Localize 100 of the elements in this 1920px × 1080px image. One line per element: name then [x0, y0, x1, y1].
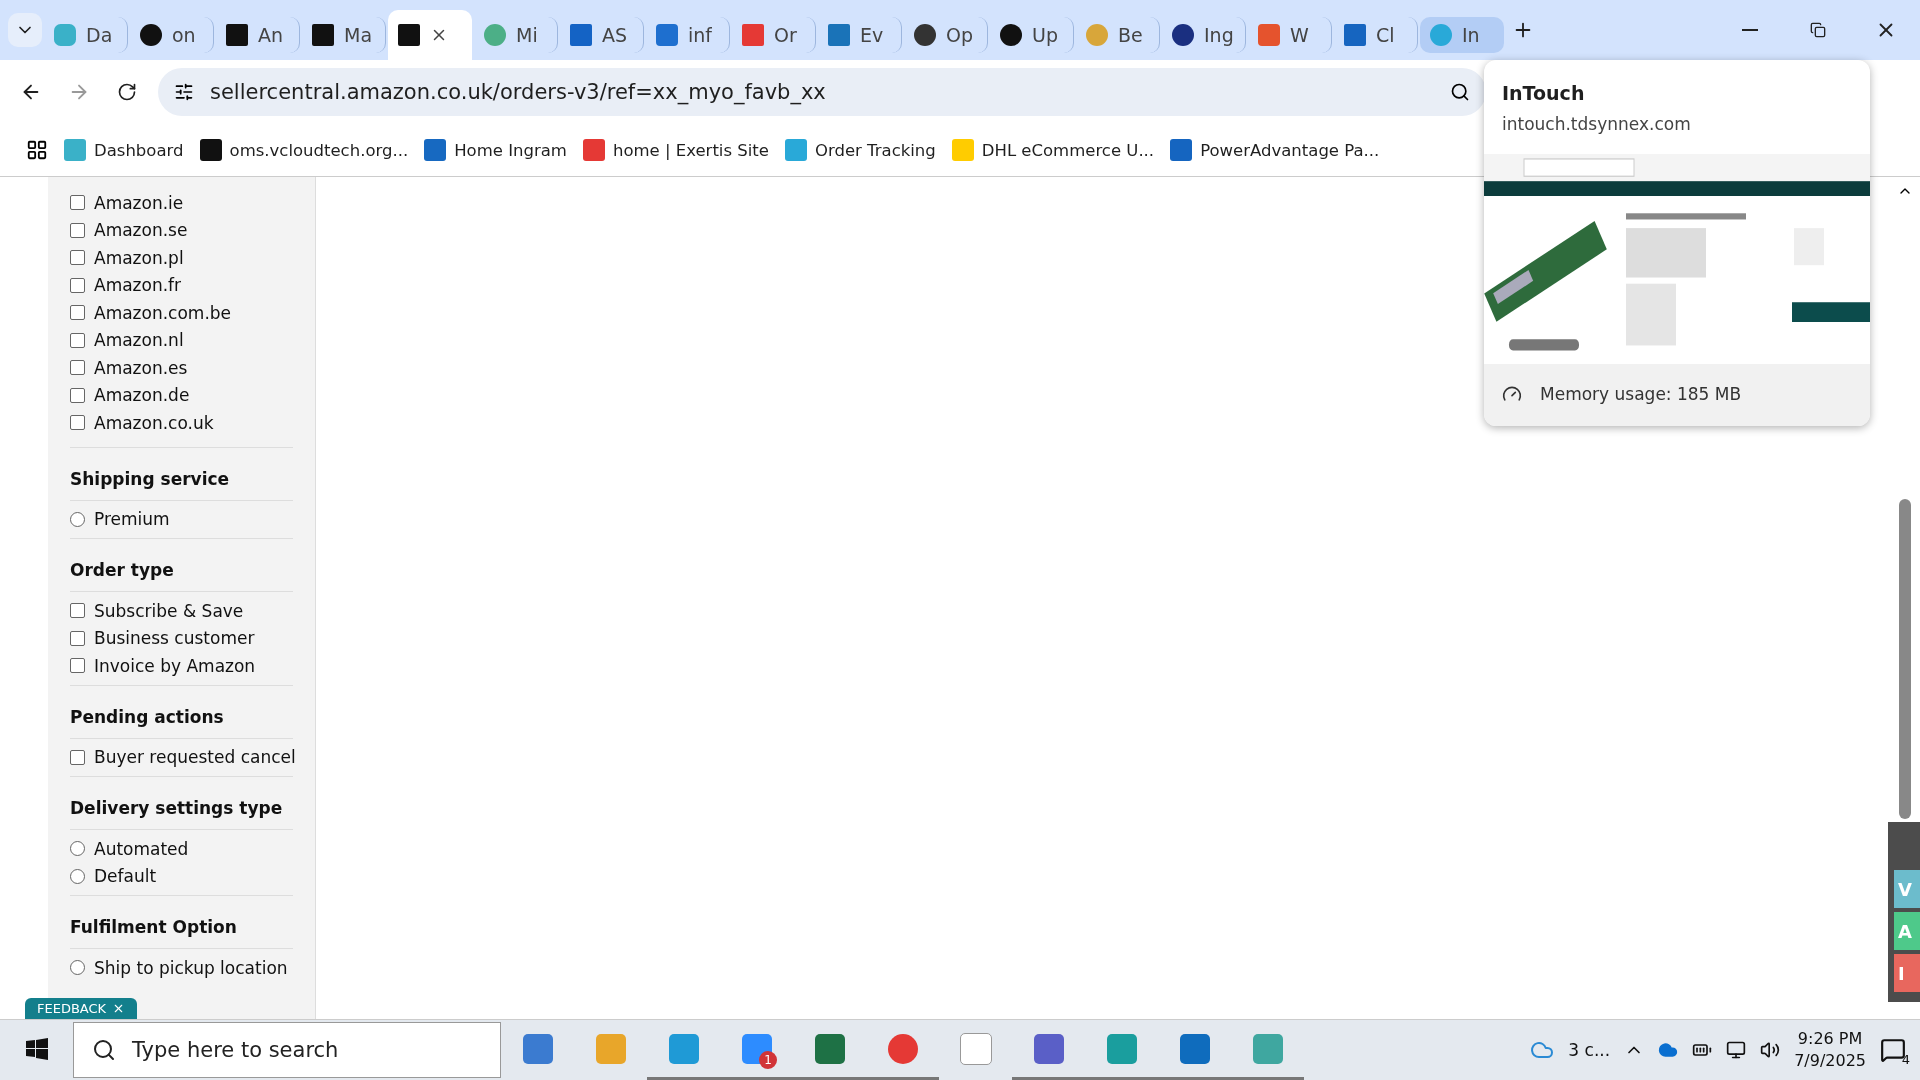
- checkbox-option[interactable]: Amazon.com.be: [70, 299, 293, 327]
- notification-badge: 1: [759, 1051, 777, 1069]
- option-label: Amazon.com.be: [94, 302, 232, 323]
- favicon-icon: [1344, 24, 1366, 46]
- checkbox-option[interactable]: Amazon.ie: [70, 189, 293, 217]
- browser-tab[interactable]: Cl: [1334, 17, 1418, 53]
- checkbox-option[interactable]: Invoice by Amazon: [70, 652, 293, 680]
- option-label: Default: [94, 866, 157, 887]
- checkbox[interactable]: [70, 277, 85, 293]
- checkbox[interactable]: [70, 415, 85, 431]
- option-label: Subscribe & Save: [94, 600, 244, 621]
- option-label: Ship to pickup location: [94, 957, 288, 978]
- browser-tab[interactable]: [388, 10, 472, 60]
- filter-heading: Fulfilment Option: [70, 906, 293, 949]
- radio-option[interactable]: Default: [70, 862, 293, 890]
- checkbox[interactable]: [70, 658, 85, 674]
- restore-icon: [1810, 22, 1826, 38]
- radio-button[interactable]: [70, 841, 85, 857]
- volume-icon[interactable]: [1760, 1040, 1781, 1060]
- browser-tab[interactable]: An: [216, 17, 300, 53]
- favicon-icon: [199, 139, 222, 161]
- checkbox[interactable]: [70, 195, 85, 211]
- browser-tab[interactable]: Ma: [302, 17, 386, 53]
- bookmark[interactable]: Home Ingram: [424, 139, 567, 161]
- radio-button[interactable]: [70, 960, 85, 976]
- favicon-icon: [742, 24, 764, 46]
- taskbar-clock[interactable]: 9:26 PM 7/9/2025: [1794, 1028, 1866, 1072]
- scrollbar-thumb[interactable]: [1899, 499, 1911, 819]
- checkbox[interactable]: [70, 360, 85, 376]
- option-label: Amazon.nl: [94, 330, 184, 351]
- bookmark[interactable]: home | Exertis Site: [582, 139, 769, 161]
- gauge-icon: [1502, 384, 1522, 404]
- bookmark[interactable]: PowerAdvantage Pa...: [1170, 139, 1380, 161]
- browser-tab[interactable]: Ev: [818, 17, 902, 53]
- checkbox[interactable]: [70, 630, 85, 646]
- checkbox[interactable]: [70, 387, 85, 403]
- browser-tab[interactable]: Or: [732, 17, 816, 53]
- bookmark[interactable]: DHL eCommerce U...: [951, 139, 1155, 161]
- feedback-button[interactable]: FEEDBACK: [25, 998, 138, 1019]
- checkbox-option[interactable]: Business customer: [70, 624, 293, 652]
- favicon-icon: [914, 24, 936, 46]
- browser-tab[interactable]: on: [130, 17, 214, 53]
- browser-tab[interactable]: AS: [560, 17, 644, 53]
- checkbox[interactable]: [70, 305, 85, 321]
- site-info-icon[interactable]: [174, 82, 194, 102]
- favicon-icon: [64, 139, 86, 161]
- weather-text[interactable]: 3 c...: [1568, 1040, 1611, 1060]
- favicon-icon: [1170, 139, 1193, 161]
- favicon-icon: [828, 24, 850, 46]
- checkbox-option[interactable]: Amazon.nl: [70, 326, 293, 354]
- browser-tab[interactable]: W: [1248, 17, 1332, 53]
- network-icon[interactable]: [1726, 1040, 1747, 1060]
- checkbox-option[interactable]: Amazon.se: [70, 216, 293, 244]
- browser-tab[interactable]: In: [1420, 17, 1504, 53]
- favicon-icon: [784, 139, 807, 161]
- checkbox-option[interactable]: Amazon.pl: [70, 244, 293, 272]
- checkbox-option[interactable]: Amazon.co.uk: [70, 409, 293, 437]
- address-bar[interactable]: sellercentral.amazon.co.uk/orders-v3/ref=xx_myo_favb_xx: [158, 68, 1486, 116]
- radio-button[interactable]: [70, 511, 85, 527]
- option-label: Amazon.pl: [94, 247, 184, 268]
- radio-button[interactable]: [70, 868, 85, 884]
- browser-tab[interactable]: Mi: [474, 17, 558, 53]
- apps-icon[interactable]: [26, 139, 48, 161]
- favicon-icon: [312, 24, 334, 46]
- radio-option[interactable]: Premium: [70, 505, 293, 533]
- checkbox-option[interactable]: Buyer requested cancel: [70, 743, 293, 771]
- checkbox-option[interactable]: Subscribe & Save: [70, 597, 293, 625]
- browser-tab[interactable]: Up: [990, 17, 1074, 53]
- checkbox[interactable]: [70, 332, 85, 348]
- taskbar-search-field[interactable]: Type here to search: [73, 1022, 501, 1078]
- option-label: Premium: [94, 509, 170, 530]
- zoom-icon[interactable]: [1450, 82, 1470, 102]
- browser-tab[interactable]: Ing: [1162, 17, 1246, 53]
- checkbox[interactable]: [70, 749, 85, 765]
- checkbox[interactable]: [70, 222, 85, 238]
- filter-heading: Shipping service: [70, 457, 293, 501]
- option-label: Amazon.es: [94, 357, 188, 378]
- radio-option[interactable]: Automated: [70, 835, 293, 863]
- favicon-icon: [484, 24, 506, 46]
- radio-option[interactable]: Ship to pickup location: [70, 954, 293, 982]
- windows-icon: [25, 1037, 48, 1060]
- browser-tab[interactable]: inf: [646, 17, 730, 53]
- bookmark[interactable]: oms.vcloudtech.org...: [199, 139, 409, 161]
- bookmark[interactable]: Order Tracking: [784, 139, 936, 161]
- browser-tab[interactable]: Da: [44, 17, 128, 53]
- memory-usage: Memory usage: 185 MB: [1540, 384, 1742, 404]
- browser-tab[interactable]: Be: [1076, 17, 1160, 53]
- bookmark[interactable]: Dashboard: [64, 139, 184, 161]
- filter-heading: Pending actions: [70, 695, 293, 739]
- favicon-icon: [1172, 24, 1194, 46]
- checkbox[interactable]: [70, 250, 85, 266]
- option-label: Amazon.co.uk: [94, 412, 214, 433]
- option-label: Business customer: [94, 628, 255, 649]
- reload-icon: [117, 82, 137, 102]
- checkbox-option[interactable]: Amazon.es: [70, 354, 293, 382]
- favicon-icon: [226, 24, 248, 46]
- checkbox-option[interactable]: Amazon.de: [70, 381, 293, 409]
- checkbox-option[interactable]: Amazon.fr: [70, 271, 293, 299]
- checkbox[interactable]: [70, 603, 85, 619]
- browser-tab[interactable]: Op: [904, 17, 988, 53]
